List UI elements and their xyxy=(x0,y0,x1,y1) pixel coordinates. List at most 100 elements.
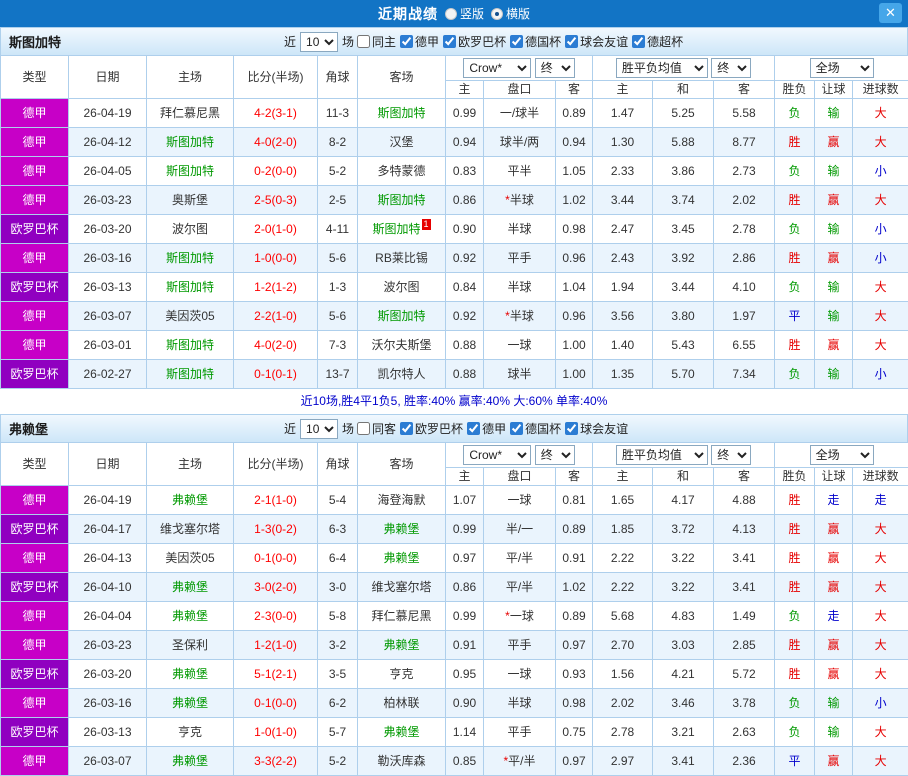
close-button[interactable]: ✕ xyxy=(879,3,902,23)
result-goals: 大 xyxy=(853,515,908,544)
match-date: 26-04-04 xyxy=(69,602,147,631)
result-handicap: 赢 xyxy=(815,660,853,689)
scope-select[interactable]: 全场 xyxy=(810,58,874,78)
league-checkbox-input[interactable] xyxy=(400,422,413,435)
avg-final-select[interactable]: 终 xyxy=(711,445,751,465)
avg-odds-select[interactable]: 胜平负均值 xyxy=(616,445,708,465)
league-checkbox[interactable]: 欧罗巴杯 xyxy=(440,33,506,50)
result-goals: 小 xyxy=(853,689,908,718)
same-venue-checkbox[interactable]: 同客 xyxy=(354,420,396,437)
corner-score: 5-7 xyxy=(318,718,358,747)
subcol-home-odds: 主 xyxy=(446,81,484,99)
avg-draw: 5.43 xyxy=(653,331,714,360)
corner-score: 1-3 xyxy=(318,273,358,302)
result-winlose: 胜 xyxy=(775,631,815,660)
corner-score: 5-6 xyxy=(318,244,358,273)
odds-company-select[interactable]: Crow* xyxy=(463,58,531,78)
home-team: 弗赖堡 xyxy=(147,573,234,602)
away-odds: 0.97 xyxy=(556,631,593,660)
league-badge: 德甲 xyxy=(1,99,69,128)
avg-home: 1.47 xyxy=(593,99,653,128)
home-odds: 0.92 xyxy=(446,244,484,273)
league-checkbox[interactable]: 球会友谊 xyxy=(562,420,628,437)
match-count-select[interactable]: 10 xyxy=(300,32,338,52)
score: 2-1(1-0) xyxy=(234,486,318,515)
scope-header-cell: 全场 xyxy=(775,56,908,81)
filter-bar: 近 10 场 同客 欧罗巴杯德甲德国杯球会友谊 xyxy=(284,415,629,442)
match-row: 德甲26-03-16弗赖堡0-1(0-0)6-2柏林联0.90半球0.982.0… xyxy=(1,689,908,718)
scope-select[interactable]: 全场 xyxy=(810,445,874,465)
odds-company-select[interactable]: Crow* xyxy=(463,445,531,465)
league-checkbox-input[interactable] xyxy=(510,422,523,435)
same-venue-checkbox[interactable]: 同主 xyxy=(354,33,396,50)
odds-final-select[interactable]: 终 xyxy=(535,445,575,465)
stats-summary: 近10场,胜4平1负5, 胜率:40% 赢率:40% 大:60% 单率:40% xyxy=(0,389,908,414)
result-handicap: 赢 xyxy=(815,331,853,360)
avg-final-select[interactable]: 终 xyxy=(711,58,751,78)
same-venue-label: 同客 xyxy=(372,420,396,437)
league-checkbox[interactable]: 德甲 xyxy=(464,420,506,437)
radio-selected-icon[interactable] xyxy=(491,8,503,20)
result-handicap: 赢 xyxy=(815,244,853,273)
league-checkbox-input[interactable] xyxy=(443,35,456,48)
home-odds: 0.86 xyxy=(446,186,484,215)
league-checkbox[interactable]: 欧罗巴杯 xyxy=(397,420,463,437)
avg-draw: 4.83 xyxy=(653,602,714,631)
league-checkbox[interactable]: 德国杯 xyxy=(507,420,561,437)
league-checkbox[interactable]: 德甲 xyxy=(397,33,439,50)
avg-away: 3.41 xyxy=(714,573,775,602)
section-header-freiburg: 弗赖堡 近 10 场 同客 欧罗巴杯德甲德国杯球会友谊 xyxy=(0,414,908,442)
away-odds: 0.96 xyxy=(556,302,593,331)
same-venue-checkbox-input[interactable] xyxy=(357,35,370,48)
orientation-radio-vertical[interactable]: 竖版 xyxy=(445,5,484,22)
away-odds: 0.98 xyxy=(556,215,593,244)
league-badge: 德甲 xyxy=(1,602,69,631)
corner-score: 6-3 xyxy=(318,515,358,544)
league-checkbox[interactable]: 德国杯 xyxy=(507,33,561,50)
match-row: 欧罗巴杯26-04-10弗赖堡3-0(2-0)3-0维戈塞尔塔0.86平/半1.… xyxy=(1,573,908,602)
result-handicap: 输 xyxy=(815,689,853,718)
result-goals: 大 xyxy=(853,631,908,660)
result-winlose: 负 xyxy=(775,360,815,389)
games-label: 场 xyxy=(342,420,354,437)
near-label: 近 xyxy=(284,33,296,50)
corner-score: 11-3 xyxy=(318,99,358,128)
result-handicap: 走 xyxy=(815,486,853,515)
result-handicap: 赢 xyxy=(815,128,853,157)
score: 0-2(0-0) xyxy=(234,157,318,186)
corner-score: 5-8 xyxy=(318,602,358,631)
matches-table: 类型 日期 主场 比分(半场) 角球 客场 Crow* 终 胜平负均值 终 全场 xyxy=(0,442,908,776)
home-odds: 0.90 xyxy=(446,689,484,718)
match-count-select[interactable]: 10 xyxy=(300,419,338,439)
subcol-handicap: 盘口 xyxy=(484,468,556,486)
radio-icon[interactable] xyxy=(445,8,457,20)
league-checkbox-input[interactable] xyxy=(400,35,413,48)
league-checkbox[interactable]: 德超杯 xyxy=(629,33,683,50)
match-row: 德甲26-04-19拜仁慕尼黑4-2(3-1)11-3斯图加特0.99一/球半0… xyxy=(1,99,908,128)
league-checkbox-input[interactable] xyxy=(510,35,523,48)
league-checkbox-input[interactable] xyxy=(632,35,645,48)
result-handicap: 输 xyxy=(815,302,853,331)
league-checkbox[interactable]: 球会友谊 xyxy=(562,33,628,50)
home-team: 斯图加特 xyxy=(147,128,234,157)
corner-score: 5-6 xyxy=(318,302,358,331)
league-checkbox-input[interactable] xyxy=(565,35,578,48)
score: 3-0(2-0) xyxy=(234,573,318,602)
orientation-radio-horizontal[interactable]: 横版 xyxy=(491,5,530,22)
odds-final-select[interactable]: 终 xyxy=(535,58,575,78)
score: 0-1(0-0) xyxy=(234,689,318,718)
same-venue-checkbox-input[interactable] xyxy=(357,422,370,435)
league-badge: 欧罗巴杯 xyxy=(1,360,69,389)
home-team: 圣保利 xyxy=(147,631,234,660)
result-winlose: 胜 xyxy=(775,244,815,273)
away-give-star: * xyxy=(503,754,508,768)
away-odds: 1.02 xyxy=(556,573,593,602)
avg-odds-select[interactable]: 胜平负均值 xyxy=(616,58,708,78)
score: 4-0(2-0) xyxy=(234,331,318,360)
home-odds: 0.83 xyxy=(446,157,484,186)
league-checkbox-input[interactable] xyxy=(565,422,578,435)
match-date: 26-04-19 xyxy=(69,486,147,515)
match-date: 26-03-13 xyxy=(69,718,147,747)
league-checkbox-input[interactable] xyxy=(467,422,480,435)
away-odds: 1.00 xyxy=(556,360,593,389)
